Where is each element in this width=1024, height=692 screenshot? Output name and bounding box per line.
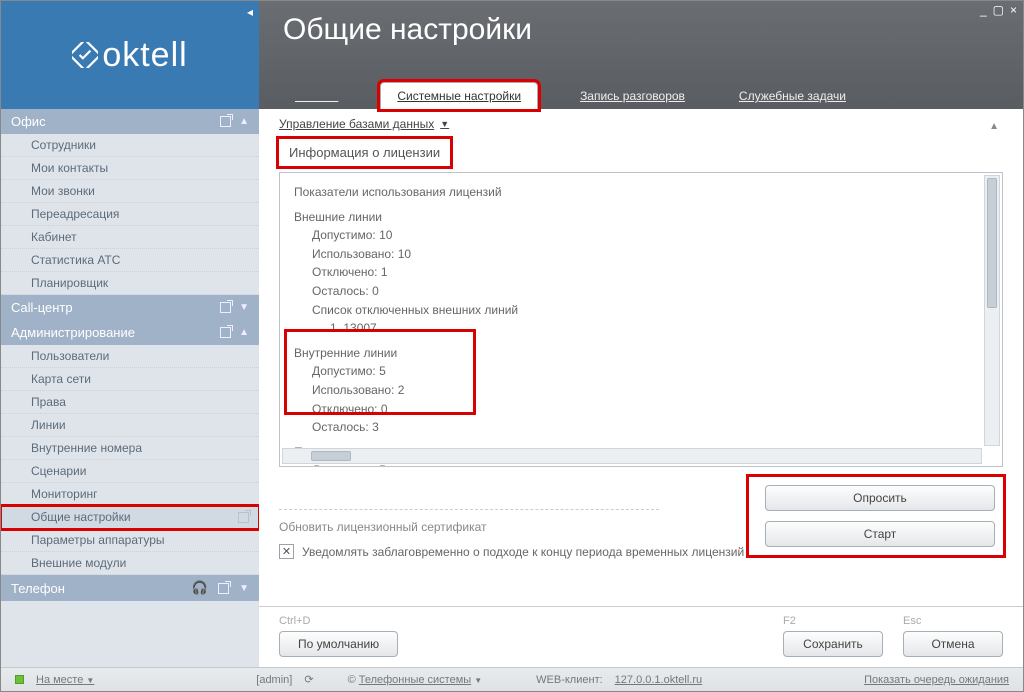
status-queue-link[interactable]: Показать очередь ожидания xyxy=(864,674,1009,686)
sidebar-item-сценарии[interactable]: Сценарии xyxy=(1,460,259,483)
update-cert-label: Обновить лицензионный сертификат xyxy=(279,516,487,534)
sidebar-item-мониторинг[interactable]: Мониторинг xyxy=(1,483,259,506)
int-left: Осталось: 3 xyxy=(294,418,988,437)
window-controls: _ ▢ × xyxy=(980,3,1017,17)
sidebar-item-параметры-аппаратуры[interactable]: Параметры аппаратуры xyxy=(1,529,259,552)
status-refresh-icon[interactable]: ⟳ xyxy=(304,673,313,686)
cancel-button[interactable]: Отмена xyxy=(903,631,1003,657)
shortcut-default: Ctrl+D xyxy=(279,615,398,627)
sidebar-item-планировщик[interactable]: Планировщик xyxy=(1,272,259,295)
status-web-label: WEB-клиент: xyxy=(536,674,603,686)
sidebar-item-переадресация[interactable]: Переадресация xyxy=(1,203,259,226)
sidebar-collapse-icon[interactable]: ◂ xyxy=(247,5,253,19)
app-logo: oktell xyxy=(72,36,187,75)
ext-off: Отключено: 1 xyxy=(294,263,988,282)
chevron-icon: ▼ xyxy=(239,583,249,594)
ext-allowed: Допустимо: 10 xyxy=(294,226,988,245)
section-collapse-icon[interactable]: ▲ xyxy=(989,121,999,132)
sidebar: ◂ oktell Офис▲СотрудникиМои контактыМои … xyxy=(1,1,259,667)
sidebar-item-мои-звонки[interactable]: Мои звонки xyxy=(1,180,259,203)
popout-icon xyxy=(220,302,231,313)
tab-служебные-задачи[interactable]: Служебные задачи xyxy=(727,83,858,109)
shortcut-save: F2 xyxy=(783,615,883,627)
sidebar-group-callcenter[interactable]: Call-центр▼ xyxy=(1,295,259,320)
chevron-icon: ▲ xyxy=(239,116,249,127)
presence-menu[interactable]: На месте ▼ xyxy=(36,674,94,686)
license-info-pane: Показатели использования лицензий Внешни… xyxy=(279,172,1003,467)
default-button[interactable]: По умолчанию xyxy=(279,631,398,657)
tab-системные-настройки[interactable]: Системные настройки xyxy=(380,82,538,109)
ext-list-hdr: Список отключенных внешних линий xyxy=(294,301,988,320)
sidebar-item-линии[interactable]: Линии xyxy=(1,414,259,437)
chevron-icon: ▼ xyxy=(239,302,249,313)
page-title: Общие настройки xyxy=(283,13,999,47)
sidebar-item-статистика-атс[interactable]: Статистика АТС xyxy=(1,249,259,272)
sidebar-group-phone[interactable]: Телефон🎧▼ xyxy=(1,575,259,601)
int-used: Использовано: 2 xyxy=(294,381,988,400)
int-lines-title: Внутренние линии xyxy=(294,344,988,363)
sidebar-item-кабинет[interactable]: Кабинет xyxy=(1,226,259,249)
ext-left: Осталось: 0 xyxy=(294,282,988,301)
sidebar-item-пользователи[interactable]: Пользователи xyxy=(1,345,259,368)
sidebar-group-admin[interactable]: Администрирование▲ xyxy=(1,320,259,345)
breadcrumb[interactable]: Управление базами данных▼ xyxy=(279,117,1003,131)
main-area: Общие настройки Системные настройки Запис… xyxy=(259,1,1023,667)
shortcut-cancel: Esc xyxy=(903,615,1003,627)
ext-used: Использовано: 10 xyxy=(294,245,988,264)
logo-area: ◂ oktell xyxy=(1,1,259,109)
maximize-button[interactable]: ▢ xyxy=(993,3,1004,17)
headset-icon: 🎧 xyxy=(192,580,208,596)
sidebar-item-внутренние-номера[interactable]: Внутренние номера xyxy=(1,437,259,460)
status-user: [admin] xyxy=(256,674,292,686)
popout-icon xyxy=(238,512,249,523)
logo-check-icon xyxy=(72,42,98,68)
section-title: Информация о лицензии xyxy=(279,139,450,166)
notify-label: Уведомлять заблаговременно о подходе к к… xyxy=(302,545,744,559)
sidebar-item-общие-настройки[interactable]: Общие настройки xyxy=(1,506,259,529)
sidebar-item-карта-сети[interactable]: Карта сети xyxy=(1,368,259,391)
status-bar: На месте ▼ [admin] ⟳ © Телефонные систем… xyxy=(1,667,1023,691)
presence-indicator-icon xyxy=(15,675,24,684)
ext-list-item: 1. 13007 xyxy=(294,319,988,338)
status-vendor-link[interactable]: Телефонные системы xyxy=(359,674,471,686)
sidebar-item-права[interactable]: Права xyxy=(1,391,259,414)
status-web-url[interactable]: 127.0.0.1.oktell.ru xyxy=(615,674,702,686)
ext-lines-title: Внешние линии xyxy=(294,208,988,227)
sidebar-group-office[interactable]: Офис▲ xyxy=(1,109,259,134)
popout-icon xyxy=(220,327,231,338)
poll-button[interactable]: Опросить xyxy=(765,485,995,511)
vertical-scrollbar[interactable] xyxy=(984,175,1000,446)
sidebar-item-сотрудники[interactable]: Сотрудники xyxy=(1,134,259,157)
horizontal-scrollbar[interactable] xyxy=(282,448,982,464)
close-button[interactable]: × xyxy=(1010,3,1017,17)
int-off: Отключено: 0 xyxy=(294,400,988,419)
notify-checkbox[interactable]: ✕ xyxy=(279,544,294,559)
tab-запись-разговоров[interactable]: Запись разговоров xyxy=(568,83,697,109)
int-allowed: Допустимо: 5 xyxy=(294,362,988,381)
tab-first[interactable] xyxy=(283,83,350,109)
sidebar-item-мои-контакты[interactable]: Мои контакты xyxy=(1,157,259,180)
popout-icon xyxy=(220,116,231,127)
footer-actions: Ctrl+D По умолчанию F2 Сохранить Esc Отм… xyxy=(259,606,1023,667)
sidebar-item-внешние-модули[interactable]: Внешние модули xyxy=(1,552,259,575)
save-button[interactable]: Сохранить xyxy=(783,631,883,657)
license-heading: Показатели использования лицензий xyxy=(294,183,988,202)
page-header: Общие настройки Системные настройки Запис… xyxy=(259,1,1023,109)
popout-icon xyxy=(218,583,229,594)
chevron-icon: ▲ xyxy=(239,327,249,338)
minimize-button[interactable]: _ xyxy=(980,3,987,17)
